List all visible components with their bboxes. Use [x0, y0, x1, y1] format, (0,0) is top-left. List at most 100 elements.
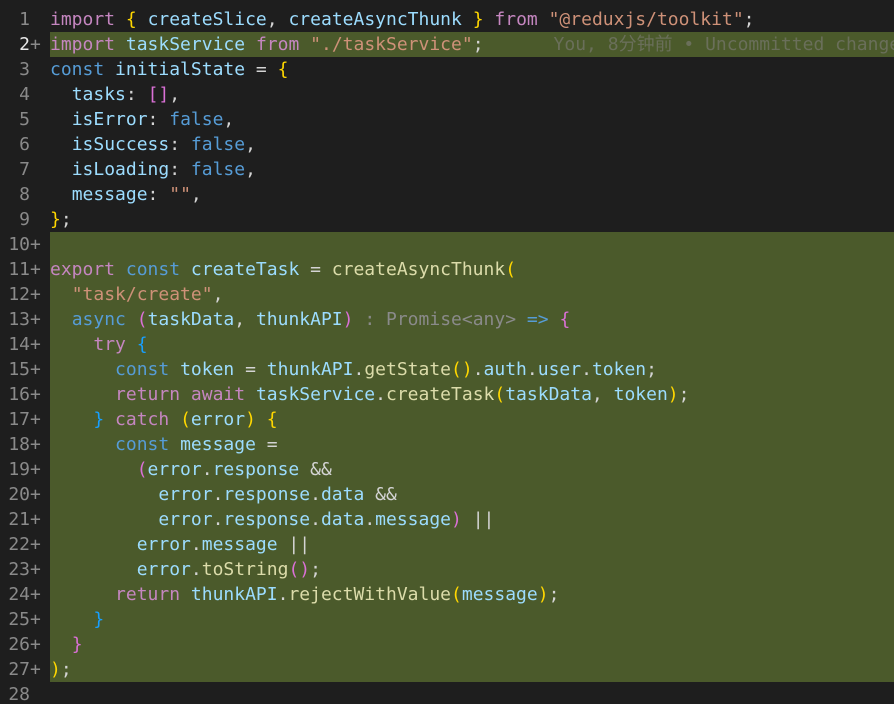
- code-line[interactable]: 14 + try {: [0, 332, 894, 357]
- line-gutter[interactable]: 27 +: [0, 657, 50, 682]
- code-text[interactable]: [50, 232, 894, 257]
- line-gutter[interactable]: 22 +: [0, 532, 50, 557]
- code-text[interactable]: );: [50, 657, 894, 682]
- line-gutter[interactable]: 2 +: [0, 32, 50, 57]
- code-line[interactable]: 16 + return await taskService.createTask(…: [0, 382, 894, 407]
- code-text[interactable]: const token = thunkAPI.getState().auth.u…: [50, 357, 894, 382]
- code-text[interactable]: try {: [50, 332, 894, 357]
- line-gutter[interactable]: 20 +: [0, 482, 50, 507]
- code-line[interactable]: 20 + error.response.data &&: [0, 482, 894, 507]
- line-gutter[interactable]: 15 +: [0, 357, 50, 382]
- code-line[interactable]: 21 + error.response.data.message) ||: [0, 507, 894, 532]
- code-token: try: [93, 334, 126, 355]
- code-text[interactable]: error.response.data &&: [50, 482, 894, 507]
- line-gutter[interactable]: 21 +: [0, 507, 50, 532]
- code-text[interactable]: return await taskService.createTask(task…: [50, 382, 894, 407]
- code-token: {: [559, 309, 571, 330]
- line-gutter[interactable]: 12 +: [0, 282, 50, 307]
- code-line[interactable]: 11 + export const createTask = createAsync…: [0, 257, 894, 282]
- line-gutter[interactable]: 28: [0, 682, 50, 704]
- code-text[interactable]: const initialState = {: [50, 57, 894, 82]
- code-text[interactable]: (error.response &&: [50, 457, 894, 482]
- line-gutter[interactable]: 23 +: [0, 557, 50, 582]
- code-text[interactable]: }: [50, 607, 894, 632]
- code-line[interactable]: 6 isSuccess: false,: [0, 132, 894, 157]
- line-number: 2: [19, 34, 30, 55]
- added-line-marker: +: [30, 284, 41, 305]
- code-text[interactable]: message: "",: [50, 182, 894, 207]
- line-gutter[interactable]: 17 +: [0, 407, 50, 432]
- code-line[interactable]: 15 + const token = thunkAPI.getState().au…: [0, 357, 894, 382]
- code-token: : Promise<any>: [353, 309, 517, 330]
- code-line[interactable]: 2 + import taskService from "./taskService…: [0, 32, 894, 57]
- code-line[interactable]: 22 + error.message ||: [0, 532, 894, 557]
- code-line[interactable]: 8 message: "",: [0, 182, 894, 207]
- line-gutter[interactable]: 5: [0, 107, 50, 132]
- code-token: &&: [299, 459, 332, 480]
- code-text[interactable]: } catch (error) {: [50, 407, 894, 432]
- code-text[interactable]: error.toString();: [50, 557, 894, 582]
- code-line[interactable]: 10 +: [0, 232, 894, 257]
- line-gutter[interactable]: 9: [0, 207, 50, 232]
- line-gutter[interactable]: 14 +: [0, 332, 50, 357]
- code-text[interactable]: };: [50, 207, 894, 232]
- line-gutter[interactable]: 11 +: [0, 257, 50, 282]
- line-gutter[interactable]: 18 +: [0, 432, 50, 457]
- code-text[interactable]: const message =: [50, 432, 894, 457]
- code-text[interactable]: error.response.data.message) ||: [50, 507, 894, 532]
- added-line-marker: +: [30, 559, 41, 580]
- line-number: 22: [8, 534, 30, 555]
- code-line[interactable]: 26 + }: [0, 632, 894, 657]
- code-text[interactable]: isSuccess: false,: [50, 132, 894, 157]
- code-line[interactable]: 28: [0, 682, 894, 704]
- code-text[interactable]: [50, 682, 894, 704]
- code-text[interactable]: tasks: [],: [50, 82, 894, 107]
- code-text[interactable]: async (taskData, thunkAPI) : Promise<any…: [50, 307, 894, 332]
- code-line[interactable]: 5 isError: false,: [0, 107, 894, 132]
- code-editor[interactable]: 1 import { createSlice, createAsyncThunk …: [0, 7, 894, 704]
- line-gutter[interactable]: 8: [0, 182, 50, 207]
- code-text[interactable]: "task/create",: [50, 282, 894, 307]
- code-text[interactable]: isLoading: false,: [50, 157, 894, 182]
- added-line-marker: +: [30, 484, 41, 505]
- code-token: }: [50, 209, 61, 230]
- line-gutter[interactable]: 6: [0, 132, 50, 157]
- code-text[interactable]: export const createTask = createAsyncThu…: [50, 257, 894, 282]
- code-line[interactable]: 4 tasks: [],: [0, 82, 894, 107]
- code-line[interactable]: 9};: [0, 207, 894, 232]
- code-token: "": [169, 184, 191, 205]
- code-text[interactable]: return thunkAPI.rejectWithValue(message)…: [50, 582, 894, 607]
- code-text[interactable]: import taskService from "./taskService";…: [50, 32, 894, 57]
- code-line[interactable]: 18 + const message =: [0, 432, 894, 457]
- code-line[interactable]: 3 const initialState = {: [0, 57, 894, 82]
- line-gutter[interactable]: 24 +: [0, 582, 50, 607]
- code-text[interactable]: error.message ||: [50, 532, 894, 557]
- code-text[interactable]: import { createSlice, createAsyncThunk }…: [50, 7, 894, 32]
- code-line[interactable]: 25 + }: [0, 607, 894, 632]
- added-line-marker: +: [30, 584, 41, 605]
- code-line[interactable]: 17 + } catch (error) {: [0, 407, 894, 432]
- line-gutter[interactable]: 7: [0, 157, 50, 182]
- line-gutter[interactable]: 25 +: [0, 607, 50, 632]
- line-gutter[interactable]: 16 +: [0, 382, 50, 407]
- code-line[interactable]: 19 + (error.response &&: [0, 457, 894, 482]
- line-gutter[interactable]: 3: [0, 57, 50, 82]
- code-line[interactable]: 24 + return thunkAPI.rejectWithValue(mess…: [0, 582, 894, 607]
- code-line[interactable]: 27 +);: [0, 657, 894, 682]
- code-line[interactable]: 23 + error.toString();: [0, 557, 894, 582]
- code-text[interactable]: isError: false,: [50, 107, 894, 132]
- line-gutter[interactable]: 26 +: [0, 632, 50, 657]
- code-line[interactable]: 1 import { createSlice, createAsyncThunk …: [0, 7, 894, 32]
- code-line[interactable]: 7 isLoading: false,: [0, 157, 894, 182]
- line-gutter[interactable]: 19 +: [0, 457, 50, 482]
- line-gutter[interactable]: 10 +: [0, 232, 50, 257]
- code-line[interactable]: 13 + async (taskData, thunkAPI) : Promise…: [0, 307, 894, 332]
- code-text[interactable]: }: [50, 632, 894, 657]
- code-line[interactable]: 12 + "task/create",: [0, 282, 894, 307]
- line-gutter[interactable]: 1: [0, 7, 50, 32]
- line-gutter[interactable]: 4: [0, 82, 50, 107]
- line-gutter[interactable]: 13 +: [0, 307, 50, 332]
